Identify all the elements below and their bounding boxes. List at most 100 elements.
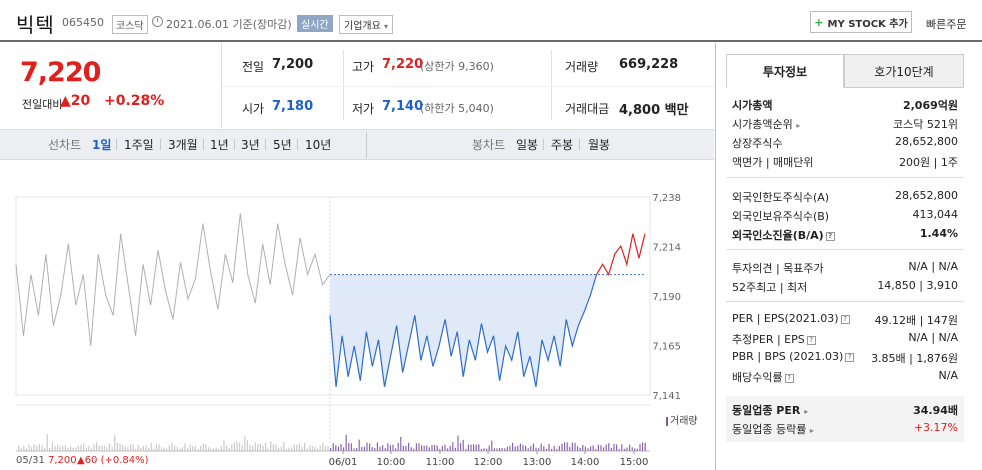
volume-bar	[608, 443, 610, 451]
volume-bar	[506, 446, 508, 451]
volume-bar	[356, 448, 358, 451]
volume-bar	[280, 446, 282, 451]
chevron-right-icon: ▸	[804, 407, 809, 416]
volume-bar	[304, 442, 306, 451]
volume-bar	[597, 444, 599, 451]
price-chart[interactable]: 7,238 7,214 7,190 7,165 7,141 06/01 10:00 11:0…	[0, 160, 714, 470]
volume-bar	[405, 445, 407, 451]
volume-bar	[38, 444, 40, 451]
tab-5y[interactable]: 5년	[273, 136, 292, 153]
base-date: 2021.06.01 기준(장마감)	[166, 18, 292, 31]
52w-label: 52주최고 | 최저	[732, 281, 808, 294]
volume-bar	[101, 445, 103, 451]
open-label: 시가	[242, 102, 265, 116]
volume-bar	[41, 445, 43, 451]
divider	[551, 50, 552, 120]
help-icon[interactable]: ?	[845, 352, 855, 362]
volume-bar	[75, 447, 77, 451]
volume-bar	[579, 447, 581, 451]
volume-bar	[218, 448, 220, 451]
help-icon[interactable]: ?	[825, 231, 835, 241]
tab-weekly-candle[interactable]: 주봉	[551, 136, 573, 153]
today-line-above	[596, 233, 646, 277]
par-value-label: 액면가 | 매매단위	[732, 156, 814, 169]
tab-invest-info[interactable]: 투자정보	[726, 54, 844, 88]
volume-bar	[623, 448, 625, 451]
tab-1y[interactable]: 1년	[210, 136, 229, 153]
volume-bar	[205, 443, 207, 451]
volume-bar	[319, 445, 321, 451]
y-tick-label: 7,141	[652, 391, 681, 402]
volume-bar	[249, 444, 251, 451]
tab-separator	[579, 139, 580, 150]
volume-bar	[181, 447, 183, 451]
volume-bar	[423, 445, 425, 451]
tab-1d[interactable]: 1일	[92, 136, 111, 153]
volume-legend: 거래량	[666, 412, 698, 427]
tab-daily-candle[interactable]: 일봉	[516, 136, 538, 153]
help-icon[interactable]: ?	[784, 373, 794, 383]
volume-bar	[244, 436, 246, 451]
volume-bar	[387, 443, 389, 451]
volume-bar	[475, 444, 477, 451]
quick-order-link[interactable]: 빠른주문	[926, 16, 966, 32]
volume-bar	[241, 445, 243, 451]
company-info-button[interactable]: 기업개요 ▾	[339, 15, 394, 34]
tab-3y[interactable]: 3년	[241, 136, 260, 153]
volume-bar	[85, 448, 87, 451]
volume-bar	[639, 444, 641, 451]
volume-bar	[545, 448, 547, 451]
volume-bar	[582, 444, 584, 451]
volume-bar	[168, 445, 170, 451]
volume-bar	[98, 445, 100, 451]
volume-bar	[402, 445, 404, 451]
plus-icon: +	[814, 15, 824, 29]
tab-1w[interactable]: 1주일	[124, 136, 154, 153]
tab-monthly-candle[interactable]: 월봉	[588, 136, 610, 153]
volume-bar	[629, 444, 631, 451]
footer-change: ▲60 (+0.84%)	[77, 455, 149, 466]
tab-separator	[265, 139, 266, 150]
volume-bar	[532, 443, 534, 451]
realtime-button[interactable]: 실시간	[297, 15, 333, 32]
volume-bar	[558, 445, 560, 451]
volume-bar	[194, 445, 196, 451]
volume-bar	[512, 442, 514, 451]
low-label: 저가	[352, 102, 375, 116]
tab-10y[interactable]: 10년	[305, 136, 331, 153]
help-icon[interactable]: ?	[806, 335, 816, 345]
volume-legend-label: 거래량	[670, 416, 698, 427]
volume-legend-swatch	[666, 416, 668, 426]
volume-bar	[179, 448, 181, 451]
volume-bar	[605, 444, 607, 451]
volume-bar	[470, 444, 472, 451]
volume-bar	[467, 444, 469, 451]
volume-bar	[569, 446, 571, 451]
volume-bar	[215, 447, 217, 451]
tab-3m[interactable]: 3개월	[168, 136, 198, 153]
volume-bar	[358, 439, 360, 451]
volume-bar	[374, 448, 376, 451]
volume-bar	[337, 446, 339, 451]
change-value: ▲20	[60, 93, 90, 109]
volume-bar	[379, 446, 381, 451]
volume-bar	[535, 447, 537, 451]
x-tick-label: 14:00	[571, 457, 600, 468]
volume-bar	[590, 446, 592, 451]
volume-bar	[62, 445, 64, 451]
volume-bar	[493, 448, 495, 451]
volume-bar	[382, 445, 384, 451]
volume-bar	[400, 436, 402, 451]
volume-bar	[114, 435, 116, 451]
dividend-value: N/A	[938, 369, 958, 382]
volume-bar	[644, 442, 646, 451]
par-value-value: 200원 | 1주	[899, 156, 958, 169]
volume-bar	[298, 443, 300, 451]
volume-bar	[252, 445, 254, 451]
volume-bar	[161, 447, 163, 451]
help-icon[interactable]: ?	[840, 314, 850, 324]
volume-bar	[335, 445, 337, 451]
chevron-right-icon: ▸	[809, 426, 814, 435]
tab-order-book[interactable]: 호가10단계	[844, 54, 964, 88]
mystock-add-button[interactable]: + MY STOCK 추가	[810, 11, 912, 33]
